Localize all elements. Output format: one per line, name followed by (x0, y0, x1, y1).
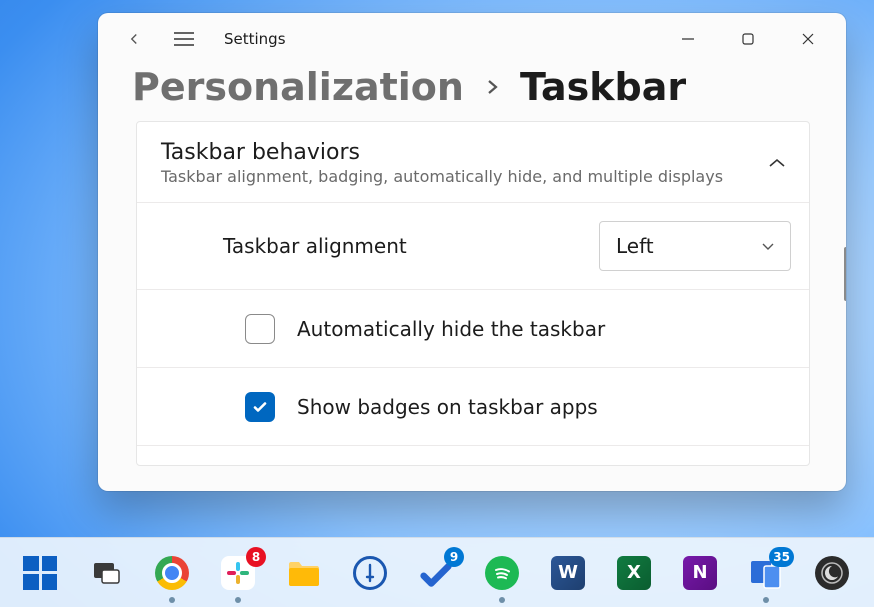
auto-hide-label: Automatically hide the taskbar (297, 317, 605, 341)
slack-app[interactable]: 8 (220, 555, 256, 591)
your-phone-app[interactable]: 35 (748, 555, 784, 591)
task-view-button[interactable] (88, 555, 124, 591)
breadcrumb-parent[interactable]: Personalization (132, 65, 464, 109)
window-title: Settings (224, 30, 286, 48)
folder-icon (287, 558, 321, 588)
hamburger-icon (174, 31, 194, 47)
panel-title: Taskbar behaviors (161, 140, 753, 165)
breadcrumb-current: Taskbar (520, 65, 686, 109)
panel-subtitle: Taskbar alignment, badging, automaticall… (161, 167, 753, 186)
excel-app[interactable]: X (616, 555, 652, 591)
chevron-down-icon (760, 240, 776, 252)
minimize-icon (681, 32, 695, 46)
word-app[interactable]: W (550, 555, 586, 591)
minimize-button[interactable] (672, 23, 704, 55)
content: Taskbar behaviors Taskbar alignment, bad… (98, 121, 846, 491)
obs-icon (815, 556, 849, 590)
taskbar-behaviors-panel: Taskbar behaviors Taskbar alignment, bad… (136, 121, 810, 466)
todo-app[interactable]: 9 (418, 555, 454, 591)
spotify-icon (485, 556, 519, 590)
obs-app[interactable] (814, 555, 850, 591)
maximize-button[interactable] (732, 23, 764, 55)
setting-row-badges: Show badges on taskbar apps (137, 367, 809, 445)
breadcrumb: Personalization Taskbar (98, 65, 846, 121)
spotify-app[interactable] (484, 555, 520, 591)
your-phone-badge: 35 (769, 547, 794, 567)
windows-icon (23, 556, 57, 590)
maximize-icon (741, 32, 755, 46)
setting-row-alignment: Taskbar alignment Left (137, 202, 809, 289)
auto-hide-checkbox[interactable] (245, 314, 275, 344)
badges-checkbox[interactable] (245, 392, 275, 422)
excel-icon: X (617, 556, 651, 590)
titlebar: Settings (98, 13, 846, 65)
settings-window: Settings Personalization Taskbar Taskbar… (98, 13, 846, 491)
chevron-right-icon (484, 75, 500, 99)
start-button[interactable] (22, 555, 58, 591)
setting-label: Taskbar alignment (223, 234, 579, 258)
window-controls (672, 23, 824, 55)
badges-label: Show badges on taskbar apps (297, 395, 598, 419)
file-explorer-app[interactable] (286, 555, 322, 591)
back-arrow-icon (125, 30, 143, 48)
back-button[interactable] (118, 23, 150, 55)
taskbar: 8 9 W X N 35 (0, 537, 874, 607)
todo-badge: 9 (444, 547, 464, 567)
1password-app[interactable] (352, 555, 388, 591)
close-icon (801, 32, 815, 46)
scrollbar-thumb[interactable] (844, 247, 846, 301)
chrome-app[interactable] (154, 555, 190, 591)
onenote-app[interactable]: N (682, 555, 718, 591)
combobox-value: Left (616, 234, 654, 258)
chevron-up-icon (767, 156, 787, 170)
setting-row-next (137, 445, 809, 465)
alignment-combobox[interactable]: Left (599, 221, 791, 271)
task-view-icon (92, 559, 120, 587)
setting-row-auto-hide: Automatically hide the taskbar (137, 289, 809, 367)
onenote-icon: N (683, 556, 717, 590)
check-icon (251, 398, 269, 416)
panel-header[interactable]: Taskbar behaviors Taskbar alignment, bad… (137, 122, 809, 202)
slack-badge: 8 (246, 547, 266, 567)
1password-icon (353, 556, 387, 590)
nav-menu-button[interactable] (168, 23, 200, 55)
close-button[interactable] (792, 23, 824, 55)
word-icon: W (551, 556, 585, 590)
chrome-icon (155, 556, 189, 590)
